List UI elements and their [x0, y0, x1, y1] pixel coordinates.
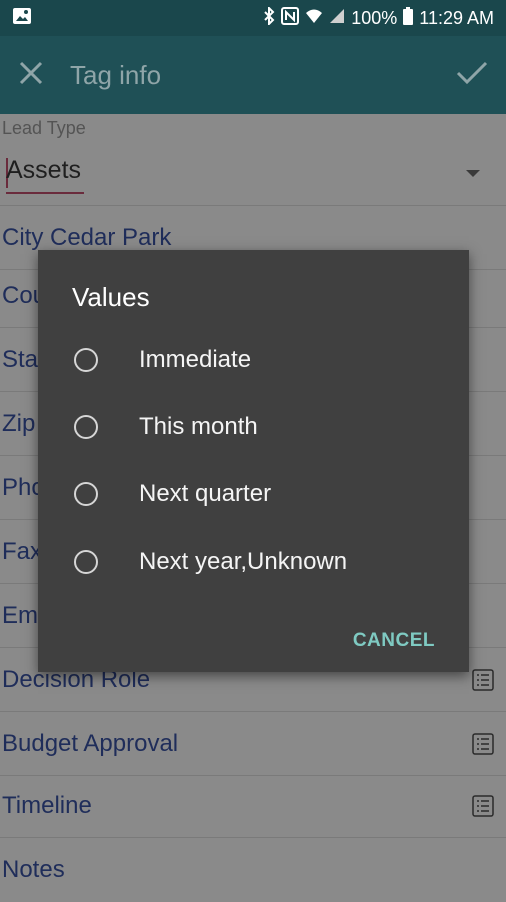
- list-icon[interactable]: [472, 794, 494, 817]
- option-immediate[interactable]: Immediate: [38, 330, 469, 390]
- status-bar: 100% 11:29 AM: [0, 0, 506, 36]
- dropdown-arrow-icon[interactable]: [466, 170, 480, 177]
- option-label: Next year,Unknown: [139, 548, 348, 575]
- option-label: Next quarter: [139, 480, 272, 507]
- row-label: Sta: [2, 345, 39, 373]
- list-icon[interactable]: [472, 668, 494, 691]
- row-budget-approval[interactable]: Budget Approval: [0, 712, 506, 776]
- option-next-year-unknown[interactable]: Next year,Unknown: [38, 532, 469, 592]
- wifi-icon: [305, 8, 323, 29]
- option-label: This month: [139, 413, 258, 440]
- radio-button[interactable]: [74, 482, 98, 506]
- nfc-icon: [281, 6, 300, 30]
- field-underline: [6, 192, 84, 194]
- row-label: Notes: [2, 856, 65, 883]
- page-title: Tag info: [70, 59, 162, 90]
- radio-button[interactable]: [74, 550, 98, 574]
- option-this-month[interactable]: This month: [38, 397, 469, 457]
- check-icon[interactable]: [456, 60, 488, 91]
- battery-percent: 100%: [351, 7, 398, 28]
- row-label: Em: [2, 601, 38, 629]
- row-label: City Cedar Park: [2, 223, 172, 251]
- row-label: Timeline: [2, 791, 92, 819]
- lead-type-field[interactable]: Assets: [6, 156, 81, 185]
- option-label: Immediate: [139, 346, 252, 373]
- signal-icon: [329, 8, 345, 29]
- radio-button[interactable]: [74, 348, 98, 372]
- row-label: Zip: [2, 409, 36, 437]
- option-next-quarter[interactable]: Next quarter: [38, 464, 469, 524]
- list-icon[interactable]: [472, 732, 494, 755]
- lead-type-label: Lead Type: [2, 118, 86, 138]
- row-timeline[interactable]: Timeline: [0, 774, 506, 838]
- values-dialog: Values Immediate This month Next quarter…: [38, 250, 469, 672]
- close-icon[interactable]: [18, 60, 44, 91]
- bluetooth-icon: [263, 5, 275, 30]
- gallery-icon: [12, 7, 32, 30]
- toolbar: Tag info: [0, 36, 506, 114]
- cancel-button[interactable]: CANCEL: [353, 626, 435, 656]
- dialog-title: Values: [72, 282, 150, 312]
- row-label: Fax: [2, 537, 43, 565]
- clock: 11:29 AM: [419, 7, 494, 28]
- radio-button[interactable]: [74, 415, 98, 439]
- battery-icon: [403, 6, 414, 30]
- row-label: Budget Approval: [2, 729, 179, 757]
- row-notes[interactable]: Notes: [0, 838, 506, 902]
